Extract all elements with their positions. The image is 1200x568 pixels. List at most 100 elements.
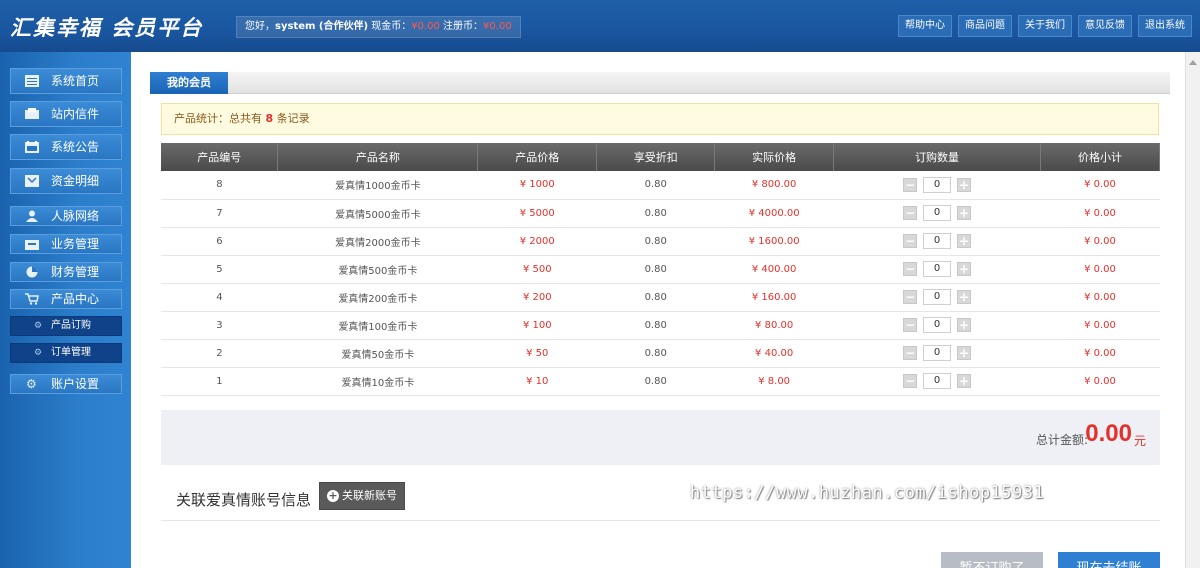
plus-icon[interactable]: + [957, 318, 972, 332]
col-header-id: 产品编号 [161, 143, 279, 171]
sidebar-item-mail[interactable]: 站内信件 [10, 101, 122, 127]
stat-suffix: 条记录 [273, 112, 310, 125]
people-icon [26, 210, 38, 222]
minus-icon[interactable]: − [903, 206, 918, 220]
minus-icon[interactable]: − [903, 290, 918, 304]
sidebar-item-account[interactable]: ⚙ 账户设置 [10, 374, 122, 394]
cell-subtotal: ¥ 0.00 [1040, 199, 1160, 228]
plus-icon[interactable]: + [957, 374, 972, 388]
cancel-order-button[interactable]: 暂不订购了 [941, 552, 1043, 568]
plus-icon[interactable]: + [957, 290, 972, 304]
quantity-input[interactable]: 0 [923, 176, 952, 193]
reg-label: 注册币： [439, 21, 484, 32]
sidebar-item-products[interactable]: 产品中心 [10, 289, 122, 309]
cell-name: 爱真情5000金币卡 [277, 199, 478, 228]
sidebar-item-finance[interactable]: 财务管理 [10, 262, 122, 282]
minus-icon[interactable]: − [903, 318, 918, 332]
quantity-input[interactable]: 0 [923, 289, 952, 305]
cell-name: 爱真情2000金币卡 [277, 227, 478, 256]
cart-icon [25, 293, 39, 305]
sidebar-item-business[interactable]: 业务管理 [10, 234, 122, 254]
cell-id: 6 [161, 227, 278, 256]
plus-icon[interactable]: + [957, 234, 972, 248]
cell-qty: −0 + [833, 283, 1041, 312]
cell-discount: 0.80 [596, 171, 715, 200]
quantity-input[interactable]: 0 [923, 261, 952, 277]
gear-icon: ⚙ [34, 321, 43, 331]
table-body: 8 爱真情1000金币卡 ¥ 1000 0.80 ¥ 800.00−0 + ¥ 0.00 7 爱… [161, 171, 1160, 396]
top-nav: 帮助中心 商品问题 关于我们 意见反馈 退出系统 [898, 15, 1192, 37]
tab-my-members[interactable]: 我的会员 [150, 72, 228, 94]
nav-logout[interactable]: 退出系统 [1138, 15, 1192, 37]
plus-icon[interactable]: + [957, 206, 972, 220]
plus-circle-icon: + [327, 489, 339, 502]
nav-help[interactable]: 帮助中心 [898, 15, 952, 37]
checkout-button[interactable]: 现在去结账 [1058, 552, 1160, 568]
plus-icon[interactable]: + [957, 177, 972, 192]
quantity-input[interactable]: 0 [923, 233, 952, 249]
minus-icon[interactable]: − [903, 234, 918, 248]
cell-id: 2 [161, 339, 278, 368]
total-box: 总计金额: 0.00 元 [161, 410, 1160, 465]
cell-price: ¥ 10 [477, 367, 597, 396]
plus-icon[interactable]: + [957, 262, 972, 276]
assoc-button-label: 关联新账号 [342, 489, 397, 502]
sidebar-subitem-order-products[interactable]: ⚙ 产品订购 [10, 316, 122, 336]
nav-product-questions[interactable]: 商品问题 [958, 15, 1012, 37]
reg-value: ¥0.00 [483, 21, 512, 32]
sidebar-item-label: 系统公告 [51, 140, 100, 154]
quantity-input[interactable]: 0 [923, 317, 952, 333]
sidebar-item-label: 业务管理 [51, 237, 100, 251]
stat-count: 8 [265, 112, 274, 125]
cell-actual: ¥ 1600.00 [714, 227, 834, 256]
minus-icon[interactable]: − [903, 177, 918, 192]
cell-qty: −0 + [833, 199, 1041, 228]
business-icon [25, 240, 39, 250]
sidebar-item-funds[interactable]: 资金明细 [10, 168, 122, 194]
cell-price: ¥ 1000 [477, 171, 597, 200]
cell-qty: −0 + [833, 227, 1041, 256]
vertical-scrollbar[interactable] [1185, 52, 1200, 568]
sidebar-item-label: 站内信件 [51, 107, 100, 121]
plus-icon[interactable]: + [957, 346, 972, 360]
sidebar-item-home[interactable]: 系统首页 [10, 68, 122, 94]
sidebar-item-network[interactable]: 人脉网络 [10, 206, 122, 226]
minus-icon[interactable]: − [903, 346, 918, 360]
cell-subtotal: ¥ 0.00 [1040, 283, 1160, 312]
quantity-stepper: −0 + [903, 373, 972, 389]
sidebar-subitem-label: 订单管理 [51, 347, 91, 358]
quantity-stepper: −0 + [903, 176, 972, 193]
quantity-input[interactable]: 0 [923, 205, 952, 221]
sidebar-item-label: 系统首页 [51, 74, 100, 88]
cell-id: 1 [161, 367, 278, 396]
cell-price: ¥ 200 [477, 283, 597, 312]
assoc-new-account-button[interactable]: + 关联新账号 [319, 482, 405, 510]
nav-about[interactable]: 关于我们 [1018, 15, 1072, 37]
user-info-bar: 您好，system (合作伙伴) 现金币：¥0.00 注册币：¥0.00 [236, 16, 521, 38]
cell-qty: −0 + [833, 367, 1041, 396]
sidebar-item-label: 资金明细 [51, 174, 100, 188]
total-value: 0.00 [1085, 420, 1132, 447]
sidebar-subitem-label: 产品订购 [51, 320, 91, 331]
quantity-input[interactable]: 0 [923, 373, 952, 389]
cell-id: 8 [161, 171, 278, 200]
scroll-up-icon[interactable] [1189, 60, 1197, 65]
table-row: 8 爱真情1000金币卡 ¥ 1000 0.80 ¥ 800.00 −0 + ¥ 0.00 [161, 171, 1160, 200]
col-header-subtotal: 价格小计 [1040, 143, 1160, 171]
cell-subtotal: ¥ 0.00 [1040, 227, 1160, 256]
cell-qty: −0 + [833, 311, 1041, 340]
quantity-stepper: −0 + [903, 289, 972, 305]
mail-icon [25, 108, 39, 119]
nav-feedback[interactable]: 意见反馈 [1078, 15, 1132, 37]
cell-name: 爱真情10金币卡 [277, 367, 478, 396]
quantity-input[interactable]: 0 [923, 345, 952, 361]
sidebar-item-announcement[interactable]: 系统公告 [10, 134, 122, 160]
sidebar-subitem-order-manage[interactable]: ⚙ 订单管理 [10, 343, 122, 363]
minus-icon[interactable]: − [903, 262, 918, 276]
minus-icon[interactable]: − [903, 374, 918, 388]
cell-subtotal: ¥ 0.00 [1040, 339, 1160, 368]
cell-actual: ¥ 40.00 [714, 339, 834, 368]
cell-actual: ¥ 160.00 [714, 283, 834, 312]
product-stat-box: 产品统计：总共有 8 条记录 [161, 103, 1159, 135]
assoc-account-title: 关联爱真情账号信息 [176, 491, 312, 509]
